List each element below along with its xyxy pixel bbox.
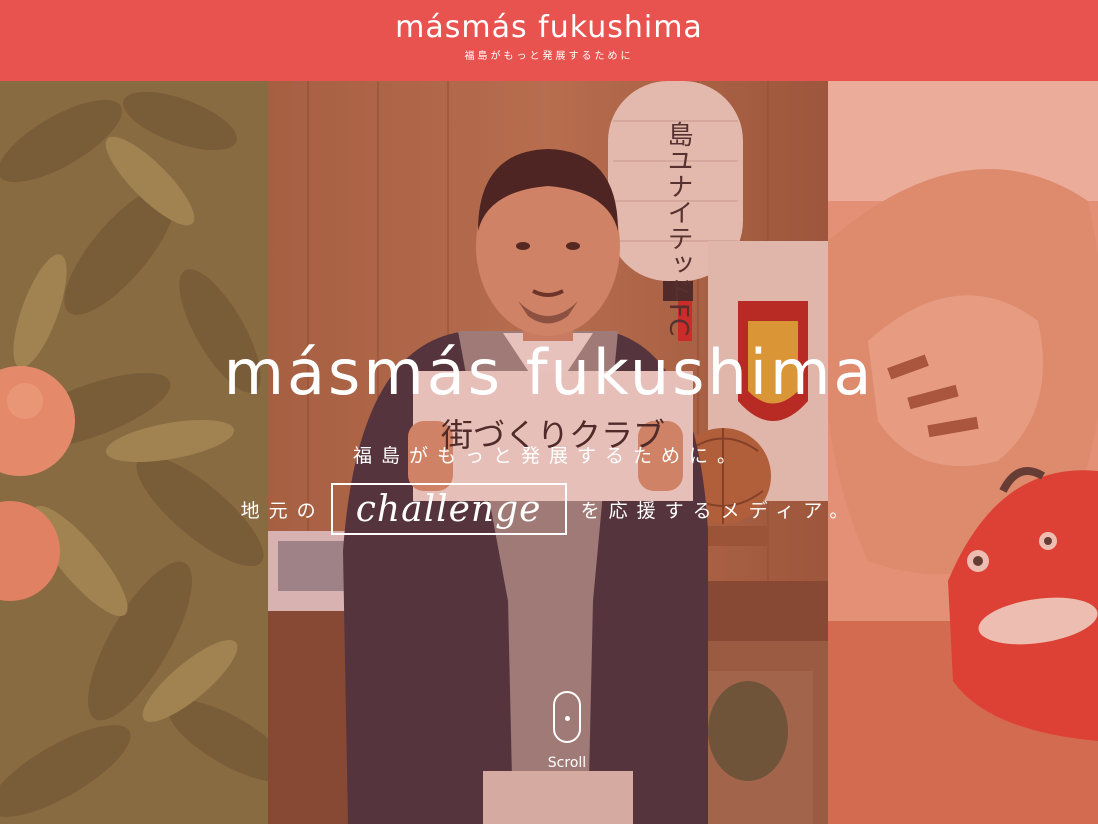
challenge-highlight-box: challenge xyxy=(330,483,567,535)
hero-section: 街づくりクラブ 島ユナイテッドFC másmás fukushima 福島がもっ… xyxy=(0,81,1098,824)
hero-subtitle: 福島がもっと発展するために。 xyxy=(352,445,745,467)
hero-title: másmás fukushima xyxy=(223,336,875,409)
site-tagline: 福島がもっと発展するために xyxy=(464,51,634,62)
hero-line-suffix: を応援するメディア。 xyxy=(580,499,858,522)
hero-copy: másmás fukushima 福島がもっと発展するために。 地元の chal… xyxy=(0,81,1098,824)
scroll-indicator[interactable]: Scroll xyxy=(540,691,594,771)
site-header: másmás fukushima 福島がもっと発展するために xyxy=(0,0,1098,81)
mouse-scroll-icon xyxy=(553,691,581,743)
scroll-label: Scroll xyxy=(547,755,587,771)
hero-line-prefix: 地元の xyxy=(240,499,325,522)
hero-tagline-line: 地元の challenge を応援するメディア。 xyxy=(0,483,1098,535)
challenge-word: challenge xyxy=(355,489,542,530)
site-logo[interactable]: másmás fukushima xyxy=(395,10,703,45)
